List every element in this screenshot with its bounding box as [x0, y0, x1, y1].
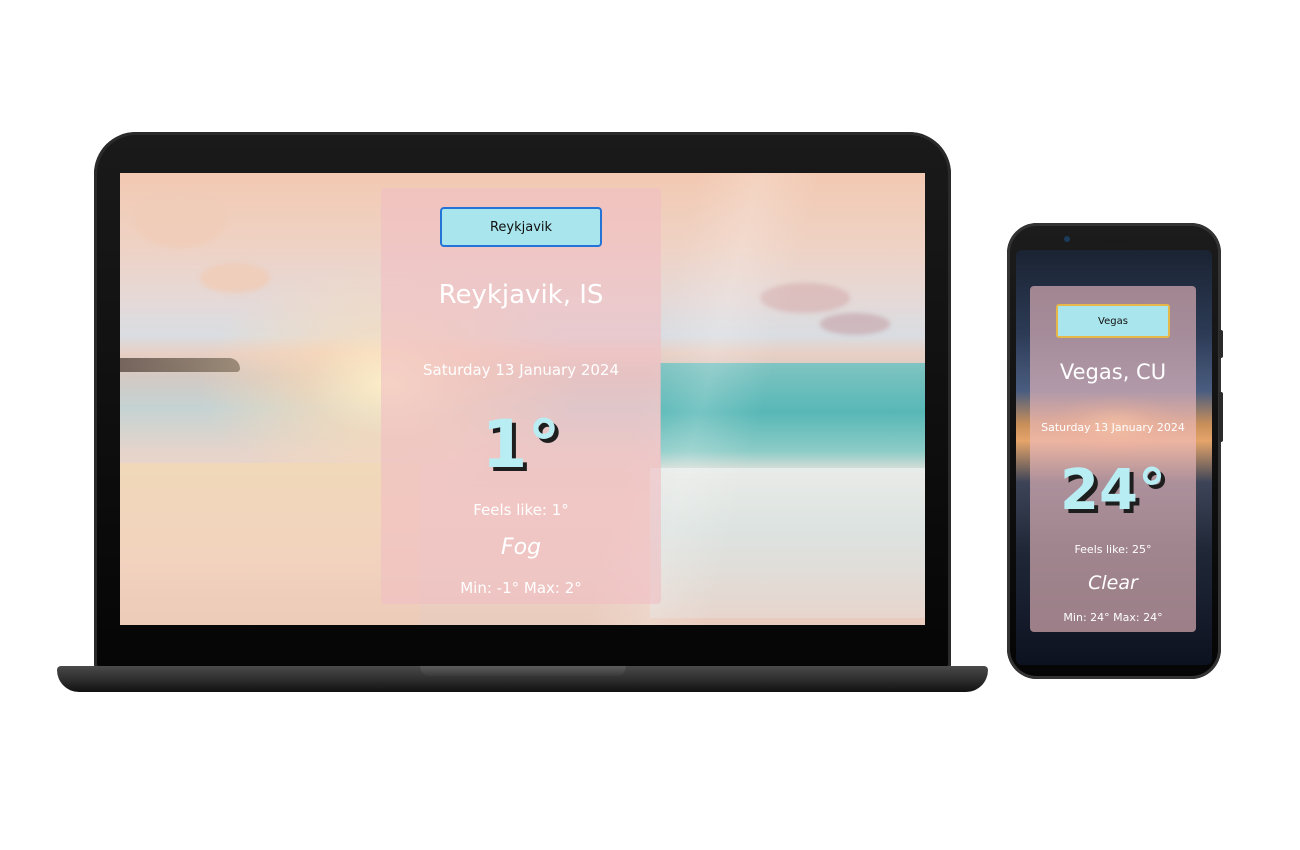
city-name: Vegas, CU: [1059, 360, 1167, 384]
phone-volume-button: [1219, 392, 1223, 442]
temperature: 24°: [1060, 458, 1166, 523]
weather-card: Vegas, CU Saturday 13 January 2024 24° F…: [1030, 286, 1196, 632]
background-cloud: [820, 313, 890, 335]
background-cloud: [200, 263, 270, 293]
current-date: Saturday 13 January 2024: [1041, 421, 1185, 434]
min-max-temperature: Min: 24° Max: 24°: [1063, 611, 1163, 624]
feels-like: Feels like: 25°: [1074, 543, 1152, 556]
background-shoreline: [120, 358, 240, 372]
weather-condition: Clear: [1088, 572, 1138, 594]
city-search-input[interactable]: [440, 207, 602, 247]
city-search-input[interactable]: [1056, 304, 1170, 338]
feels-like: Feels like: 1°: [473, 501, 569, 519]
phone-speaker: [1100, 238, 1130, 242]
current-date: Saturday 13 January 2024: [422, 361, 620, 379]
city-name: Reykjavik, IS: [438, 280, 604, 310]
background-sand: [120, 463, 420, 625]
weather-condition: Fog: [500, 535, 542, 560]
laptop-hinge-notch: [420, 666, 626, 676]
min-max-temperature: Min: -1° Max: 2°: [460, 579, 582, 597]
temperature: 1°: [481, 406, 561, 483]
weather-card: Reykjavik, IS Saturday 13 January 2024 1…: [381, 188, 661, 604]
camera-icon: [1064, 236, 1070, 242]
phone-power-button: [1219, 330, 1223, 358]
background-cloud: [135, 193, 225, 248]
